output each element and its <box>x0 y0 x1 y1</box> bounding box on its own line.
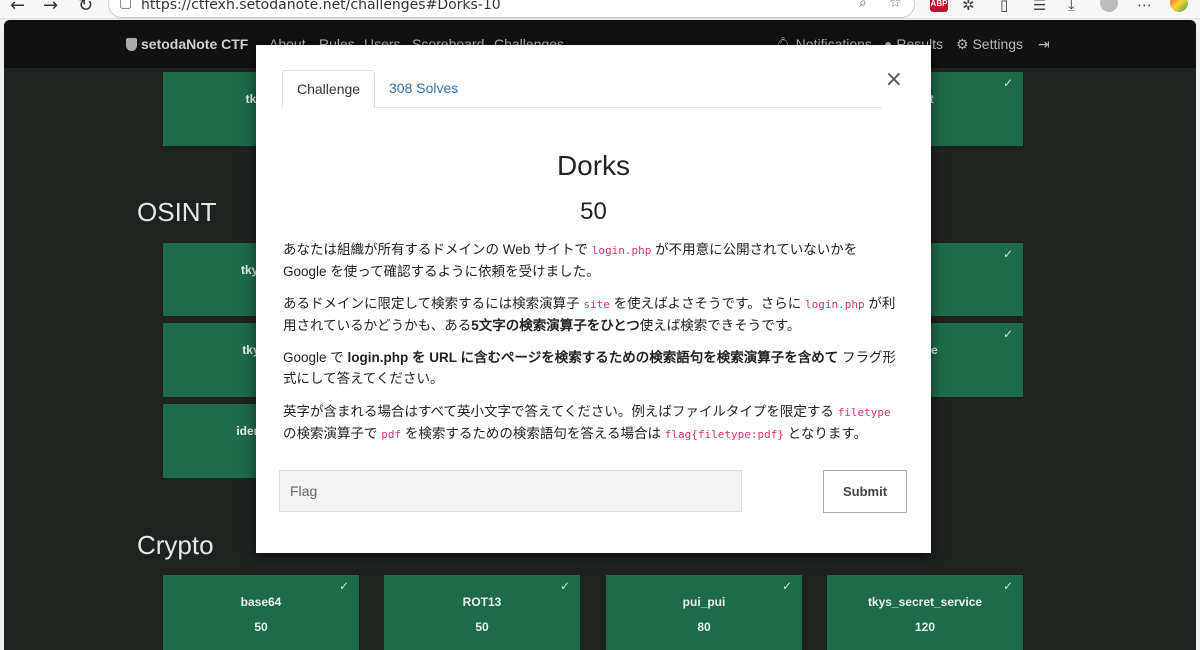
card-points: 50 <box>475 620 489 634</box>
browser-toolbar: ← → ↻ ▢ https://ctfexh.setodanote.net/ch… <box>0 0 1200 19</box>
more-menu-icon[interactable]: ⋯ <box>1137 0 1152 14</box>
text: を検索するための検索語句を答える場合は <box>401 426 665 441</box>
description-paragraph-2: あるドメインに限定して検索するには検索演算子 site を使えばよさそうです。さ… <box>283 293 903 336</box>
text: あなたは組織が所有するドメインの Web サイトで <box>283 242 592 257</box>
brand-name: setodaNote CTF <box>141 36 249 52</box>
card-points: 50 <box>254 620 268 634</box>
downloads-icon[interactable]: ⤓ <box>1068 0 1075 14</box>
forward-icon[interactable]: → <box>43 0 58 16</box>
challenge-title: Dorks <box>556 150 631 181</box>
card-points: 120 <box>914 620 936 634</box>
bold-text: 5文字の検索演算子をひとつ <box>471 318 640 333</box>
text: の検索演算子で <box>283 426 382 441</box>
challenge-card-tkys-secret-service[interactable]: ✓ tkys_secret_service 120 <box>827 575 1023 650</box>
close-modal-button[interactable]: × <box>885 67 903 92</box>
reload-icon[interactable]: ↻ <box>78 0 93 16</box>
description-paragraph-1: あなたは組織が所有するドメインの Web サイトで login.php が不用意… <box>283 239 903 282</box>
challenge-modal: Challenge 308 Solves × Dorks 50 あなたは組織が所… <box>256 45 931 553</box>
inline-code: filetype <box>837 406 891 419</box>
nav-settings[interactable]: ⚙ Settings <box>956 36 1023 53</box>
text: を使えばよさそうです。さらに <box>609 296 806 311</box>
solved-check-icon: ✓ <box>338 579 349 593</box>
modal-tabs: Challenge 308 Solves <box>282 70 882 108</box>
text: あるドメインに限定して検索するには検索演算子 <box>283 296 584 311</box>
site-info-icon[interactable]: ▢ <box>119 0 132 11</box>
text: 英字が含まれる場合はすべて英小文字で答えてください。例えばファイルタイプを限定す… <box>283 404 838 419</box>
card-name: pui_pui <box>682 595 726 609</box>
solved-check-icon: ✓ <box>1002 247 1013 261</box>
solved-check-icon: ✓ <box>781 579 792 593</box>
inline-code: flag{filetype:pdf} <box>664 428 784 441</box>
description-paragraph-3: Google で login.php を URL に含むページを検索するための検… <box>283 347 903 389</box>
card-points: 80 <box>697 620 711 634</box>
card-name: ROT13 <box>462 595 502 609</box>
card-name: tkys_secret_service <box>867 595 983 609</box>
challenge-card-base64[interactable]: ✓ base64 50 <box>163 575 359 650</box>
favorite-star-icon[interactable]: ☆ <box>889 0 902 11</box>
text: 使えば検索できそうです。 <box>639 318 801 333</box>
address-bar[interactable]: ▢ https://ctfexh.setodanote.net/challeng… <box>108 0 915 18</box>
search-icon[interactable]: ⌕ <box>859 0 867 11</box>
back-icon[interactable]: ← <box>10 0 25 16</box>
url-text[interactable]: https://ctfexh.setodanote.net/challenges… <box>141 0 501 13</box>
challenge-card-rot13[interactable]: ✓ ROT13 50 <box>384 575 580 650</box>
brand-logo[interactable]: setodaNote CTF <box>126 36 248 52</box>
description-paragraph-4: 英字が含まれる場合はすべて英小文字で答えてください。例えばファイルタイプを限定す… <box>283 401 903 445</box>
logout-icon[interactable]: ⇥ <box>1038 36 1050 53</box>
solved-check-icon: ✓ <box>1002 327 1013 341</box>
tab-solves[interactable]: 308 Solves <box>375 70 472 106</box>
inline-code: login.php <box>805 298 865 311</box>
extensions-puzzle-icon[interactable]: ✲ <box>962 0 975 14</box>
inline-code: pdf <box>381 428 402 441</box>
bold-text: login.php を URL に含むページを検索するための検索語句を検索演算子… <box>347 350 839 365</box>
settings-label: Settings <box>972 36 1024 52</box>
inline-code: site <box>583 298 610 311</box>
challenge-card-pui-pui[interactable]: ✓ pui_pui 80 <box>606 575 802 650</box>
solved-check-icon: ✓ <box>559 579 570 593</box>
submit-button[interactable]: Submit <box>823 470 907 513</box>
profile-avatar[interactable] <box>1100 0 1118 12</box>
inline-code: login.php <box>591 244 652 257</box>
copilot-icon[interactable] <box>1170 0 1188 12</box>
tab-challenge[interactable]: Challenge <box>282 70 376 108</box>
split-screen-icon[interactable]: ▯ <box>1000 0 1008 14</box>
favorites-list-icon[interactable]: ☰ <box>1033 0 1046 14</box>
section-title-crypto: Crypto <box>137 530 214 560</box>
text: となります。 <box>783 426 867 441</box>
challenge-points: 50 <box>580 198 607 225</box>
text: Google で <box>283 350 348 365</box>
solved-check-icon: ✓ <box>1002 579 1013 593</box>
card-name: base64 <box>240 595 282 609</box>
solved-check-icon: ✓ <box>1002 76 1013 90</box>
shield-icon <box>126 38 137 51</box>
adblock-extension-icon[interactable]: ABP <box>930 0 948 12</box>
flag-input[interactable] <box>279 470 742 512</box>
section-title-osint: OSINT <box>137 197 217 227</box>
